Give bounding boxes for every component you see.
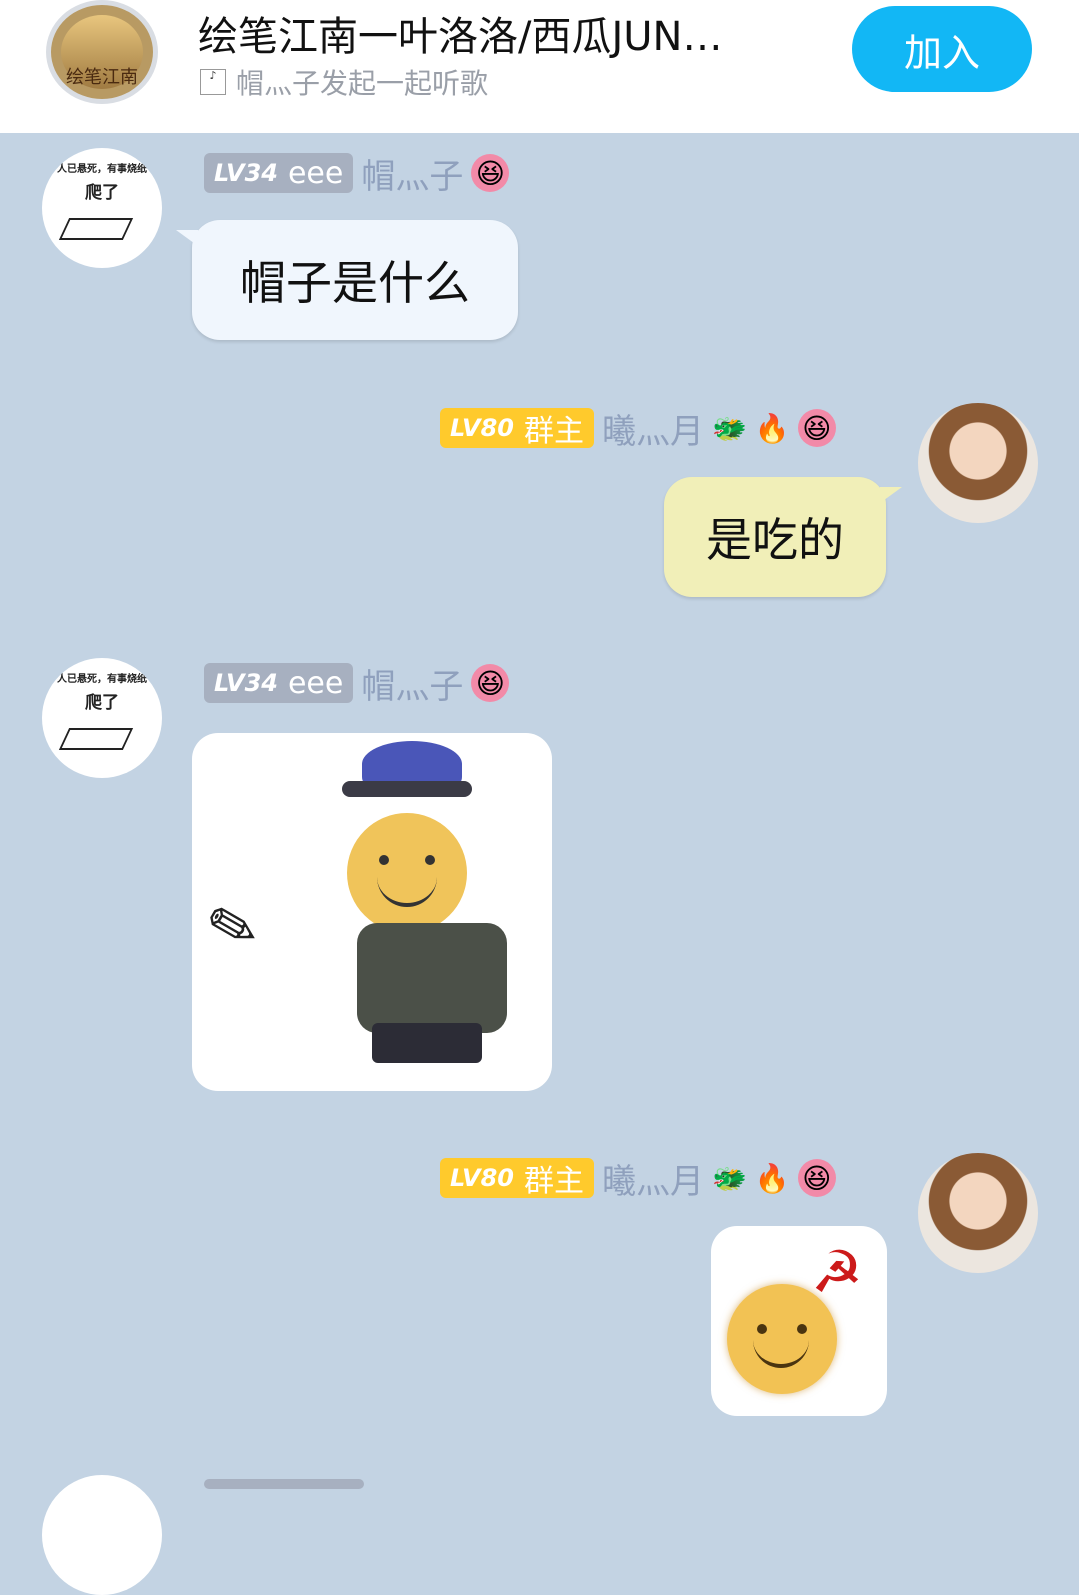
- sender-name-row: LV34 eee 帽灬子 😆: [204, 152, 510, 197]
- member-title: eee: [287, 665, 344, 701]
- dragon-icon: 🐲: [711, 411, 747, 445]
- flower-emoji-icon: 😆: [797, 409, 836, 447]
- level-label: LV80: [450, 1164, 514, 1192]
- message-text: 是吃的: [706, 513, 844, 567]
- group-name[interactable]: 绘笔江南一叶洛洛/西瓜JUN…: [198, 4, 798, 62]
- flower-emoji-icon: 😆: [471, 154, 510, 192]
- member-level-badge[interactable]: LV34 eee: [204, 663, 354, 703]
- avatar-caption-main: 爬了: [85, 183, 119, 203]
- hammer-sickle-icon: ☭: [811, 1238, 863, 1306]
- owner-level-badge[interactable]: LV80 群主: [440, 1158, 594, 1199]
- member-title: 群主: [523, 414, 584, 449]
- sticker-body: [357, 923, 507, 1033]
- member-title: eee: [287, 155, 344, 191]
- listen-together-text: 帽灬子发起一起听歌: [236, 67, 489, 100]
- owner-level-badge[interactable]: LV80 群主: [440, 408, 594, 449]
- soldier-salute-sticker[interactable]: ✎: [192, 733, 552, 1091]
- music-note-icon: ♪: [200, 69, 226, 95]
- member-title: 群主: [523, 1164, 584, 1199]
- avatar-caption-main: 爬了: [85, 693, 119, 713]
- avatar-caption-top: 人已悬死，有事烧纸: [57, 674, 147, 685]
- avatar-box-drawing: [58, 218, 134, 240]
- level-label: LV34: [214, 669, 278, 697]
- sender-avatar[interactable]: 人已悬死，有事烧纸 爬了: [42, 148, 162, 268]
- group-avatar[interactable]: 绘笔江南: [46, 0, 158, 104]
- level-label: LV80: [450, 414, 514, 442]
- sender-avatar[interactable]: 人已悬死，有事烧纸 爬了: [42, 658, 162, 778]
- sender-nickname[interactable]: 帽灬子: [361, 149, 463, 198]
- sender-avatar[interactable]: [918, 1153, 1038, 1273]
- smiley-hammer-sickle-sticker[interactable]: ☭: [711, 1226, 887, 1416]
- fire-icon: 🔥: [754, 1161, 790, 1195]
- sender-avatar[interactable]: [42, 1475, 162, 1595]
- sender-nickname[interactable]: 帽灬子: [361, 659, 463, 708]
- listen-together-status[interactable]: ♪ 帽灬子发起一起听歌: [200, 62, 488, 102]
- sender-nickname[interactable]: 曦灬月: [602, 1154, 704, 1203]
- sticker-visor: [342, 781, 472, 797]
- message-bubble[interactable]: 是吃的: [664, 477, 902, 597]
- fire-icon: 🔥: [754, 411, 790, 445]
- avatar-caption-top: 人已悬死，有事烧纸: [57, 164, 147, 175]
- member-level-badge: [204, 1479, 364, 1489]
- level-label: LV34: [214, 159, 278, 187]
- sender-name-row: LV80 群主 曦灬月 🐲 🔥 😆: [440, 1157, 836, 1202]
- sender-name-row: LV80 群主 曦灬月 🐲 🔥 😆: [440, 407, 836, 452]
- message-bubble[interactable]: 帽子是什么: [176, 220, 518, 340]
- sender-nickname[interactable]: 曦灬月: [602, 404, 704, 453]
- avatar-box-drawing: [58, 728, 134, 750]
- join-button[interactable]: 加入: [852, 6, 1032, 92]
- dragon-icon: 🐲: [711, 1161, 747, 1195]
- group-avatar-caption: 绘笔江南: [66, 67, 138, 88]
- flower-emoji-icon: 😆: [797, 1159, 836, 1197]
- sender-avatar[interactable]: [918, 403, 1038, 523]
- message-text: 帽子是什么: [240, 256, 470, 310]
- member-level-badge[interactable]: LV34 eee: [204, 153, 354, 193]
- sticker-face: [347, 813, 467, 933]
- sticker-scribble: ✎: [199, 887, 267, 969]
- flower-emoji-icon: 😆: [471, 664, 510, 702]
- sender-name-row: LV34 eee 帽灬子 😆: [204, 662, 510, 707]
- sticker-legs: [372, 1023, 482, 1063]
- chat-header: 绘笔江南 绘笔江南一叶洛洛/西瓜JUN… ♪ 帽灬子发起一起听歌 加入: [0, 0, 1079, 133]
